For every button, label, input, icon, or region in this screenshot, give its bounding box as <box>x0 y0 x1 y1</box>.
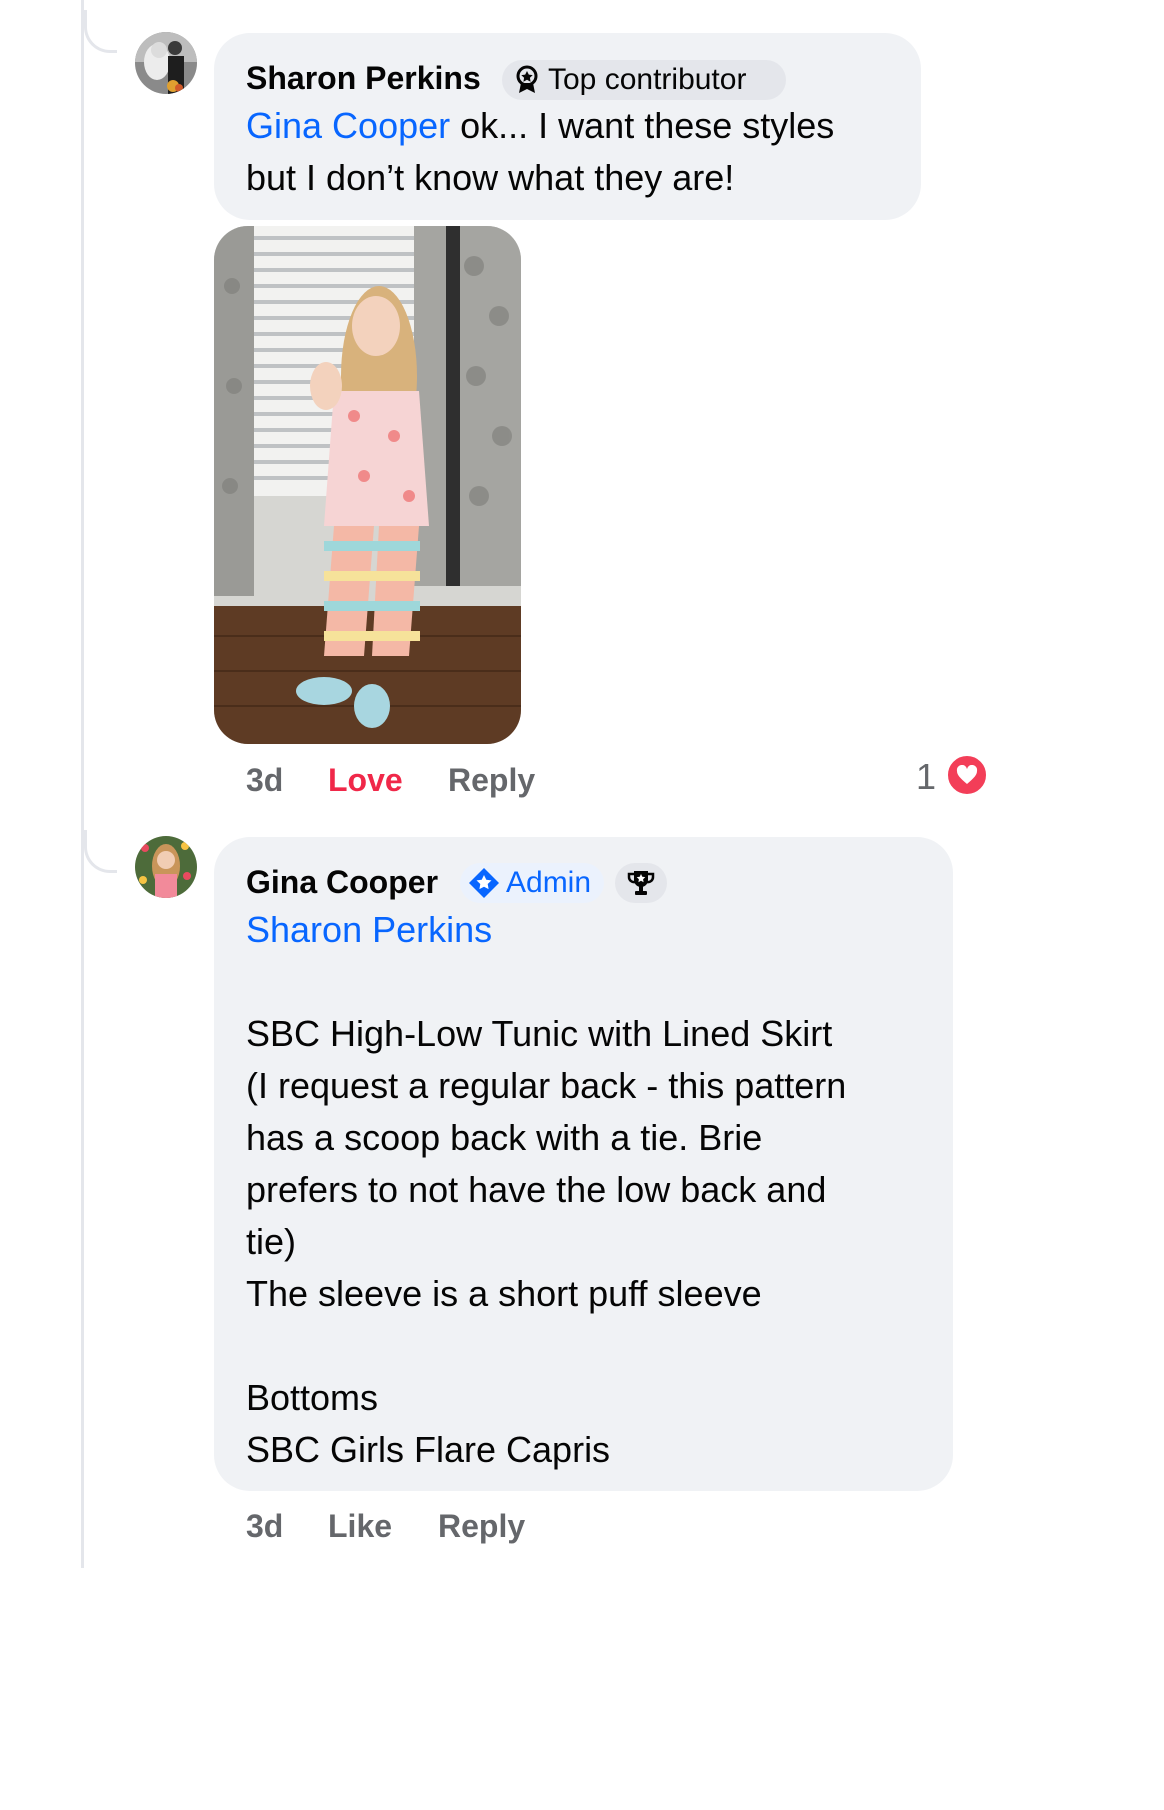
text-line <box>246 1320 936 1372</box>
author-name[interactable]: Sharon Perkins <box>246 60 481 97</box>
reply-button[interactable]: Reply <box>438 1508 525 1545</box>
love-button[interactable]: Love <box>328 762 403 799</box>
admin-star-icon <box>468 867 500 899</box>
comment-text: Sharon Perkins SBC High-Low Tunic with L… <box>246 904 936 1476</box>
text-line: but I don’t know what they are! <box>246 157 735 198</box>
comment-timestamp: 3d <box>246 762 284 798</box>
text-line: Bottoms <box>246 1377 379 1418</box>
reaction-count[interactable]: 1 <box>916 756 936 798</box>
thread-branch <box>84 10 117 53</box>
contributor-badge-icon <box>514 65 540 95</box>
reply-button[interactable]: Reply <box>448 762 535 799</box>
text-line: has a scoop back with a tie. Brie <box>246 1117 763 1158</box>
thread-branch <box>84 830 117 873</box>
mention-link[interactable]: Sharon Perkins <box>246 904 936 956</box>
admin-badge[interactable]: Admin <box>460 863 604 903</box>
text-line: (I request a regular back - this pattern <box>246 1065 847 1106</box>
heart-reaction-icon[interactable] <box>946 754 988 796</box>
thread-line <box>81 0 84 1568</box>
text-line: SBC Girls Flare Capris <box>246 1429 611 1470</box>
text-line: SBC High-Low Tunic with Lined Skirt <box>246 1013 833 1054</box>
comment-timestamp: 3d <box>246 1508 284 1544</box>
badge-label: Top contributor <box>548 63 747 96</box>
trophy-icon <box>626 868 656 898</box>
text-line: tie) <box>246 1221 297 1262</box>
text-line: The sleeve is a short puff sleeve <box>246 1273 762 1314</box>
avatar-gina-cooper[interactable] <box>135 836 197 898</box>
avatar-sharon-perkins[interactable] <box>135 32 197 94</box>
like-button[interactable]: Like <box>328 1508 392 1545</box>
badge-label: Admin <box>506 866 592 899</box>
top-contributor-badge[interactable]: Top contributor <box>502 60 786 100</box>
trophy-badge[interactable] <box>615 863 667 903</box>
author-name[interactable]: Gina Cooper <box>246 864 438 901</box>
mention-link[interactable]: Gina Cooper <box>246 105 450 146</box>
text-line: prefers to not have the low back and <box>246 1169 827 1210</box>
attached-photo[interactable] <box>214 226 521 744</box>
comment-text: Gina Cooper ok... I want these styles bu… <box>246 100 906 204</box>
text-line: ok... I want these styles <box>450 105 835 146</box>
